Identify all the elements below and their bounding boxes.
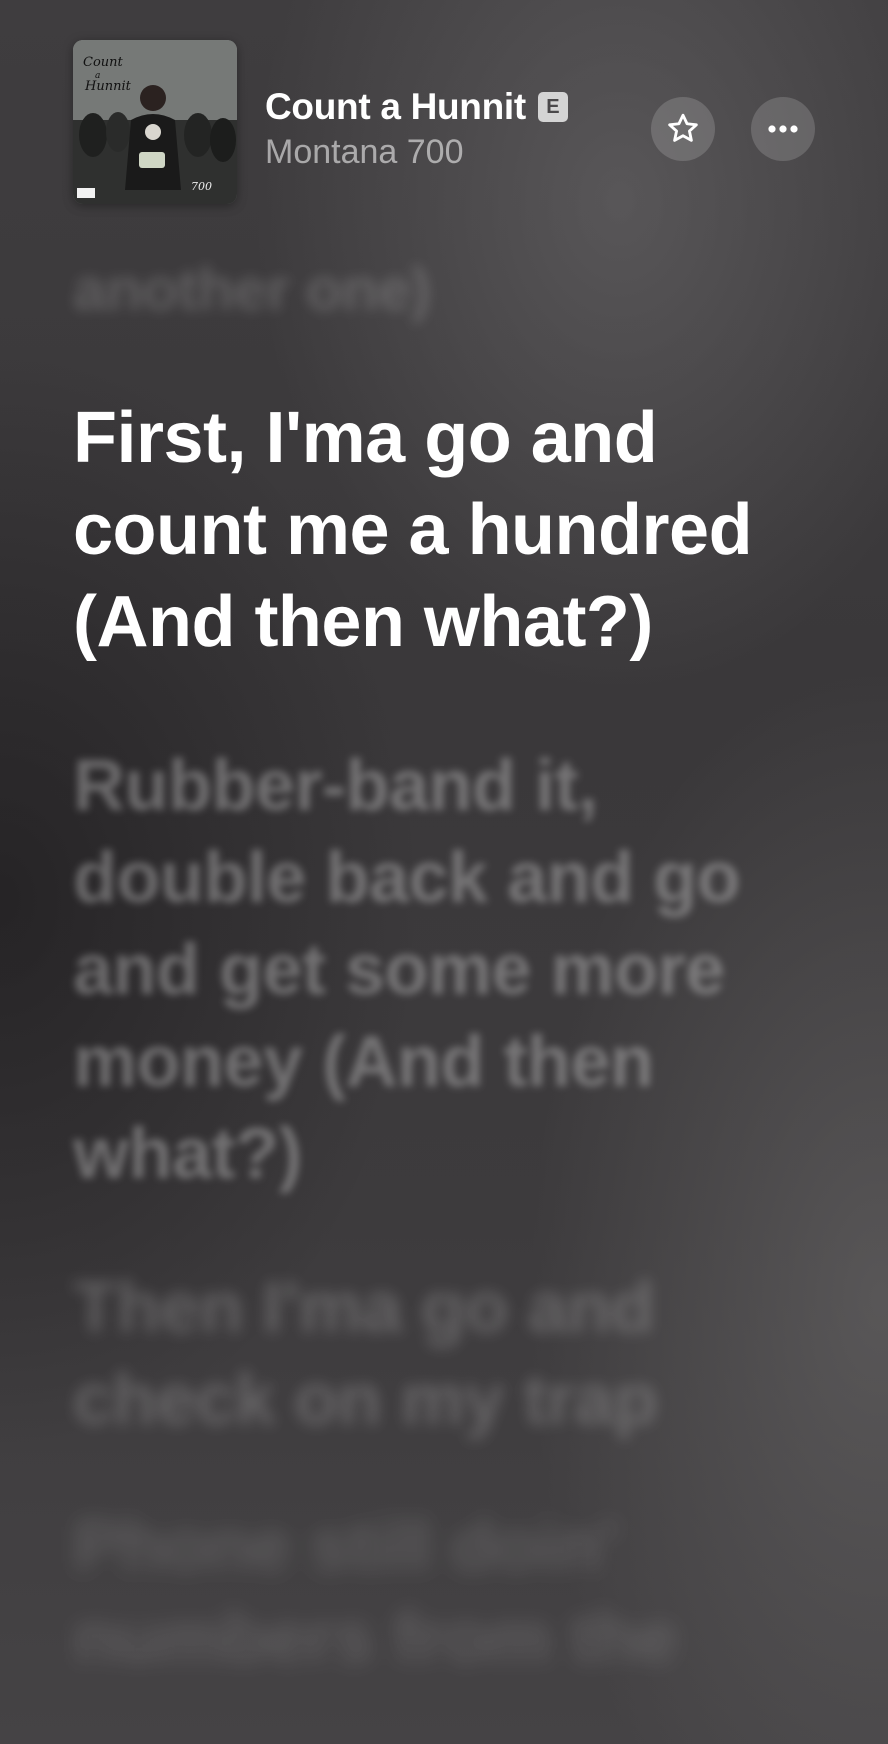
lyric-line-previous[interactable]: another one) xyxy=(73,248,813,332)
song-title[interactable]: Count a Hunnit xyxy=(265,86,526,128)
svg-text:700: 700 xyxy=(191,180,212,193)
star-icon xyxy=(668,113,698,142)
explicit-badge: E xyxy=(537,92,568,122)
lyric-line-upcoming[interactable]: Then I'ma go and check on my trap xyxy=(73,1262,813,1446)
more-options-button[interactable] xyxy=(751,97,815,161)
now-playing-header: Count a Hunnit 700 Count a Hunnit E Mont… xyxy=(0,0,888,230)
ellipsis-icon xyxy=(768,125,798,133)
album-artwork[interactable]: Count a Hunnit 700 xyxy=(73,40,237,204)
artist-name[interactable]: Montana 700 xyxy=(265,133,464,172)
favorite-button[interactable] xyxy=(651,97,715,161)
svg-text:Count: Count xyxy=(83,55,124,70)
lyric-line-current[interactable]: First, I'ma go and count me a hundred (A… xyxy=(73,392,813,668)
lyric-line-upcoming[interactable]: Phone still doin' numbers from the xyxy=(73,1500,813,1684)
svg-text:Hunnit: Hunnit xyxy=(84,79,132,94)
lyric-line-upcoming[interactable]: Rubber-band it, double back and go and g… xyxy=(73,740,813,1200)
album-artwork-image: Count a Hunnit 700 xyxy=(73,40,237,204)
title-row: Count a Hunnit E xyxy=(265,86,568,128)
